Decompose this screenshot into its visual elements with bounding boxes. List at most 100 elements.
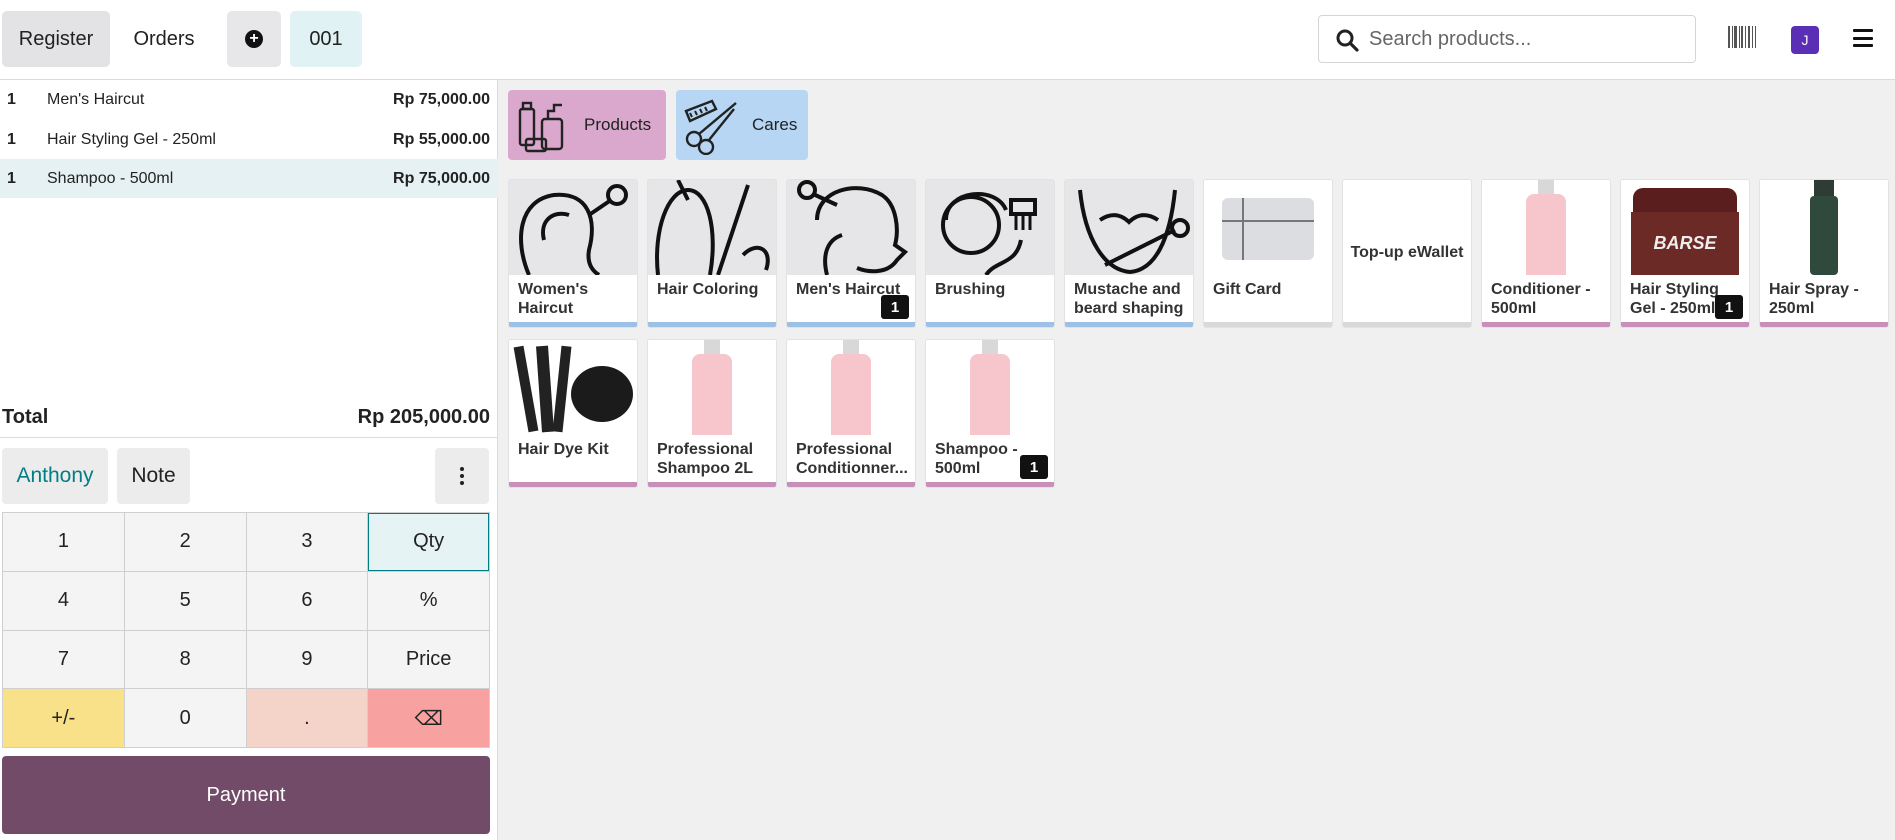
product-image bbox=[1204, 180, 1332, 275]
numpad-key-decimal[interactable]: . bbox=[246, 689, 368, 747]
numpad-key-0[interactable]: 0 bbox=[124, 689, 246, 747]
order-line-price: Rp 75,000.00 bbox=[393, 169, 490, 187]
bottles-icon bbox=[518, 101, 564, 153]
product-panel: Products Cares Women's Haircut Hair Colo… bbox=[499, 80, 1895, 840]
product-name: Professional Shampoo 2L bbox=[657, 441, 754, 477]
product-card-professional-conditionner[interactable]: Professional Conditionner... bbox=[786, 339, 916, 488]
menu-icon[interactable] bbox=[1853, 29, 1873, 47]
numpad-mode-discount[interactable]: % bbox=[368, 571, 489, 630]
product-card-conditioner[interactable]: Conditioner - 500ml bbox=[1481, 179, 1611, 328]
user-avatar[interactable]: J bbox=[1791, 26, 1819, 54]
product-card-gift-card[interactable]: Gift Card bbox=[1203, 179, 1333, 328]
product-image bbox=[648, 340, 776, 435]
order-line-price: Rp 55,000.00 bbox=[393, 130, 490, 148]
product-image bbox=[1760, 180, 1888, 275]
product-card-mens-haircut[interactable]: Men's Haircut 1 bbox=[786, 179, 916, 328]
product-name: Hair Spray - 250ml bbox=[1769, 281, 1859, 317]
product-name: Hair Coloring bbox=[657, 281, 759, 298]
product-image bbox=[1065, 180, 1193, 275]
scissors-comb-icon bbox=[684, 99, 737, 155]
order-line[interactable]: 1 Hair Styling Gel - 250ml Rp 55,000.00 bbox=[0, 120, 498, 159]
barcode-icon[interactable] bbox=[1728, 26, 1756, 48]
numpad-key-5[interactable]: 5 bbox=[124, 571, 246, 630]
product-name: Brushing bbox=[935, 281, 1006, 298]
quantity-badge: 1 bbox=[881, 295, 909, 319]
numpad-key-7[interactable]: 7 bbox=[3, 630, 124, 689]
order-line-name: Shampoo - 500ml bbox=[47, 169, 174, 187]
product-image bbox=[926, 340, 1054, 435]
new-order-button[interactable]: + bbox=[227, 11, 281, 67]
category-color-bar bbox=[1760, 322, 1888, 327]
category-color-bar bbox=[1204, 322, 1332, 327]
category-label: Cares bbox=[752, 115, 798, 134]
category-cares[interactable]: Cares bbox=[676, 90, 808, 160]
more-actions-button[interactable] bbox=[435, 448, 489, 504]
order-line-price: Rp 75,000.00 bbox=[393, 90, 490, 108]
backspace-key[interactable]: ⌫ bbox=[368, 689, 489, 747]
product-card-hair-dye-kit[interactable]: Hair Dye Kit bbox=[508, 339, 638, 488]
product-image bbox=[509, 180, 637, 275]
plus-circle-icon: + bbox=[245, 30, 263, 48]
payment-button[interactable]: Payment bbox=[2, 756, 490, 834]
product-card-womens-haircut[interactable]: Women's Haircut bbox=[508, 179, 638, 328]
product-name: Women's Haircut bbox=[518, 281, 589, 317]
product-image bbox=[509, 340, 637, 435]
product-card-hair-coloring[interactable]: Hair Coloring bbox=[647, 179, 777, 328]
more-vertical-icon bbox=[460, 467, 464, 485]
total-value: Rp 205,000.00 bbox=[357, 406, 490, 428]
order-line-name: Men's Haircut bbox=[47, 90, 145, 108]
order-line-selected[interactable]: 1 Shampoo - 500ml Rp 75,000.00 bbox=[0, 159, 498, 198]
order-line-qty: 1 bbox=[7, 90, 16, 108]
orders-tab[interactable]: Orders bbox=[114, 11, 214, 67]
product-name: Hair Dye Kit bbox=[518, 441, 609, 458]
product-card-mustache-beard[interactable]: Mustache and beard shaping bbox=[1064, 179, 1194, 328]
numpad-key-sign[interactable]: +/- bbox=[3, 689, 124, 747]
product-name: Mustache and beard shaping bbox=[1074, 281, 1184, 317]
product-card-professional-shampoo[interactable]: Professional Shampoo 2L bbox=[647, 339, 777, 488]
search-input[interactable] bbox=[1369, 22, 1684, 56]
numpad-key-3[interactable]: 3 bbox=[246, 513, 368, 571]
numpad-key-4[interactable]: 4 bbox=[3, 571, 124, 630]
numpad: 1 2 3 Qty 4 5 6 % 7 8 9 Price +/- 0 . ⌫ bbox=[2, 512, 490, 748]
order-total: Total Rp 205,000.00 bbox=[0, 402, 498, 438]
numpad-mode-price[interactable]: Price bbox=[368, 630, 489, 689]
category-products[interactable]: Products bbox=[508, 90, 666, 160]
product-name: Professional Conditionner... bbox=[796, 441, 908, 477]
product-image bbox=[787, 180, 915, 275]
category-color-bar bbox=[926, 322, 1054, 327]
gift-card-icon bbox=[1222, 198, 1314, 260]
note-button[interactable]: Note bbox=[117, 448, 190, 504]
product-image bbox=[926, 180, 1054, 275]
numpad-key-8[interactable]: 8 bbox=[124, 630, 246, 689]
product-name: Gift Card bbox=[1213, 281, 1282, 298]
search-box bbox=[1318, 15, 1696, 63]
numpad-key-1[interactable]: 1 bbox=[3, 513, 124, 571]
product-image bbox=[787, 340, 915, 435]
numpad-key-9[interactable]: 9 bbox=[246, 630, 368, 689]
product-card-brushing[interactable]: Brushing bbox=[925, 179, 1055, 328]
category-color-bar bbox=[648, 482, 776, 487]
category-color-bar bbox=[509, 322, 637, 327]
product-card-topup-ewallet[interactable]: Top-up eWallet bbox=[1342, 179, 1472, 328]
current-order-tab[interactable]: 001 bbox=[290, 11, 362, 67]
register-tab[interactable]: Register bbox=[2, 11, 110, 67]
order-line[interactable]: 1 Men's Haircut Rp 75,000.00 bbox=[0, 80, 498, 119]
category-color-bar bbox=[648, 322, 776, 327]
customer-button[interactable]: Anthony bbox=[2, 448, 108, 504]
numpad-key-2[interactable]: 2 bbox=[124, 513, 246, 571]
order-line-name: Hair Styling Gel - 250ml bbox=[47, 130, 216, 148]
product-image bbox=[1482, 180, 1610, 275]
category-color-bar bbox=[787, 322, 915, 327]
category-color-bar bbox=[1621, 322, 1749, 327]
category-color-bar bbox=[787, 482, 915, 487]
order-panel: 1 Men's Haircut Rp 75,000.00 1 Hair Styl… bbox=[0, 80, 498, 840]
product-card-hair-styling-gel[interactable]: BARSE Hair Styling Gel - 250ml 1 bbox=[1620, 179, 1750, 328]
total-label: Total bbox=[2, 406, 49, 428]
product-card-shampoo[interactable]: Shampoo - 500ml 1 bbox=[925, 339, 1055, 488]
order-line-qty: 1 bbox=[7, 130, 16, 148]
numpad-key-6[interactable]: 6 bbox=[246, 571, 368, 630]
numpad-mode-qty[interactable]: Qty bbox=[368, 513, 489, 571]
product-card-hair-spray[interactable]: Hair Spray - 250ml bbox=[1759, 179, 1889, 328]
order-line-qty: 1 bbox=[7, 169, 16, 187]
product-name: Top-up eWallet bbox=[1350, 244, 1464, 261]
